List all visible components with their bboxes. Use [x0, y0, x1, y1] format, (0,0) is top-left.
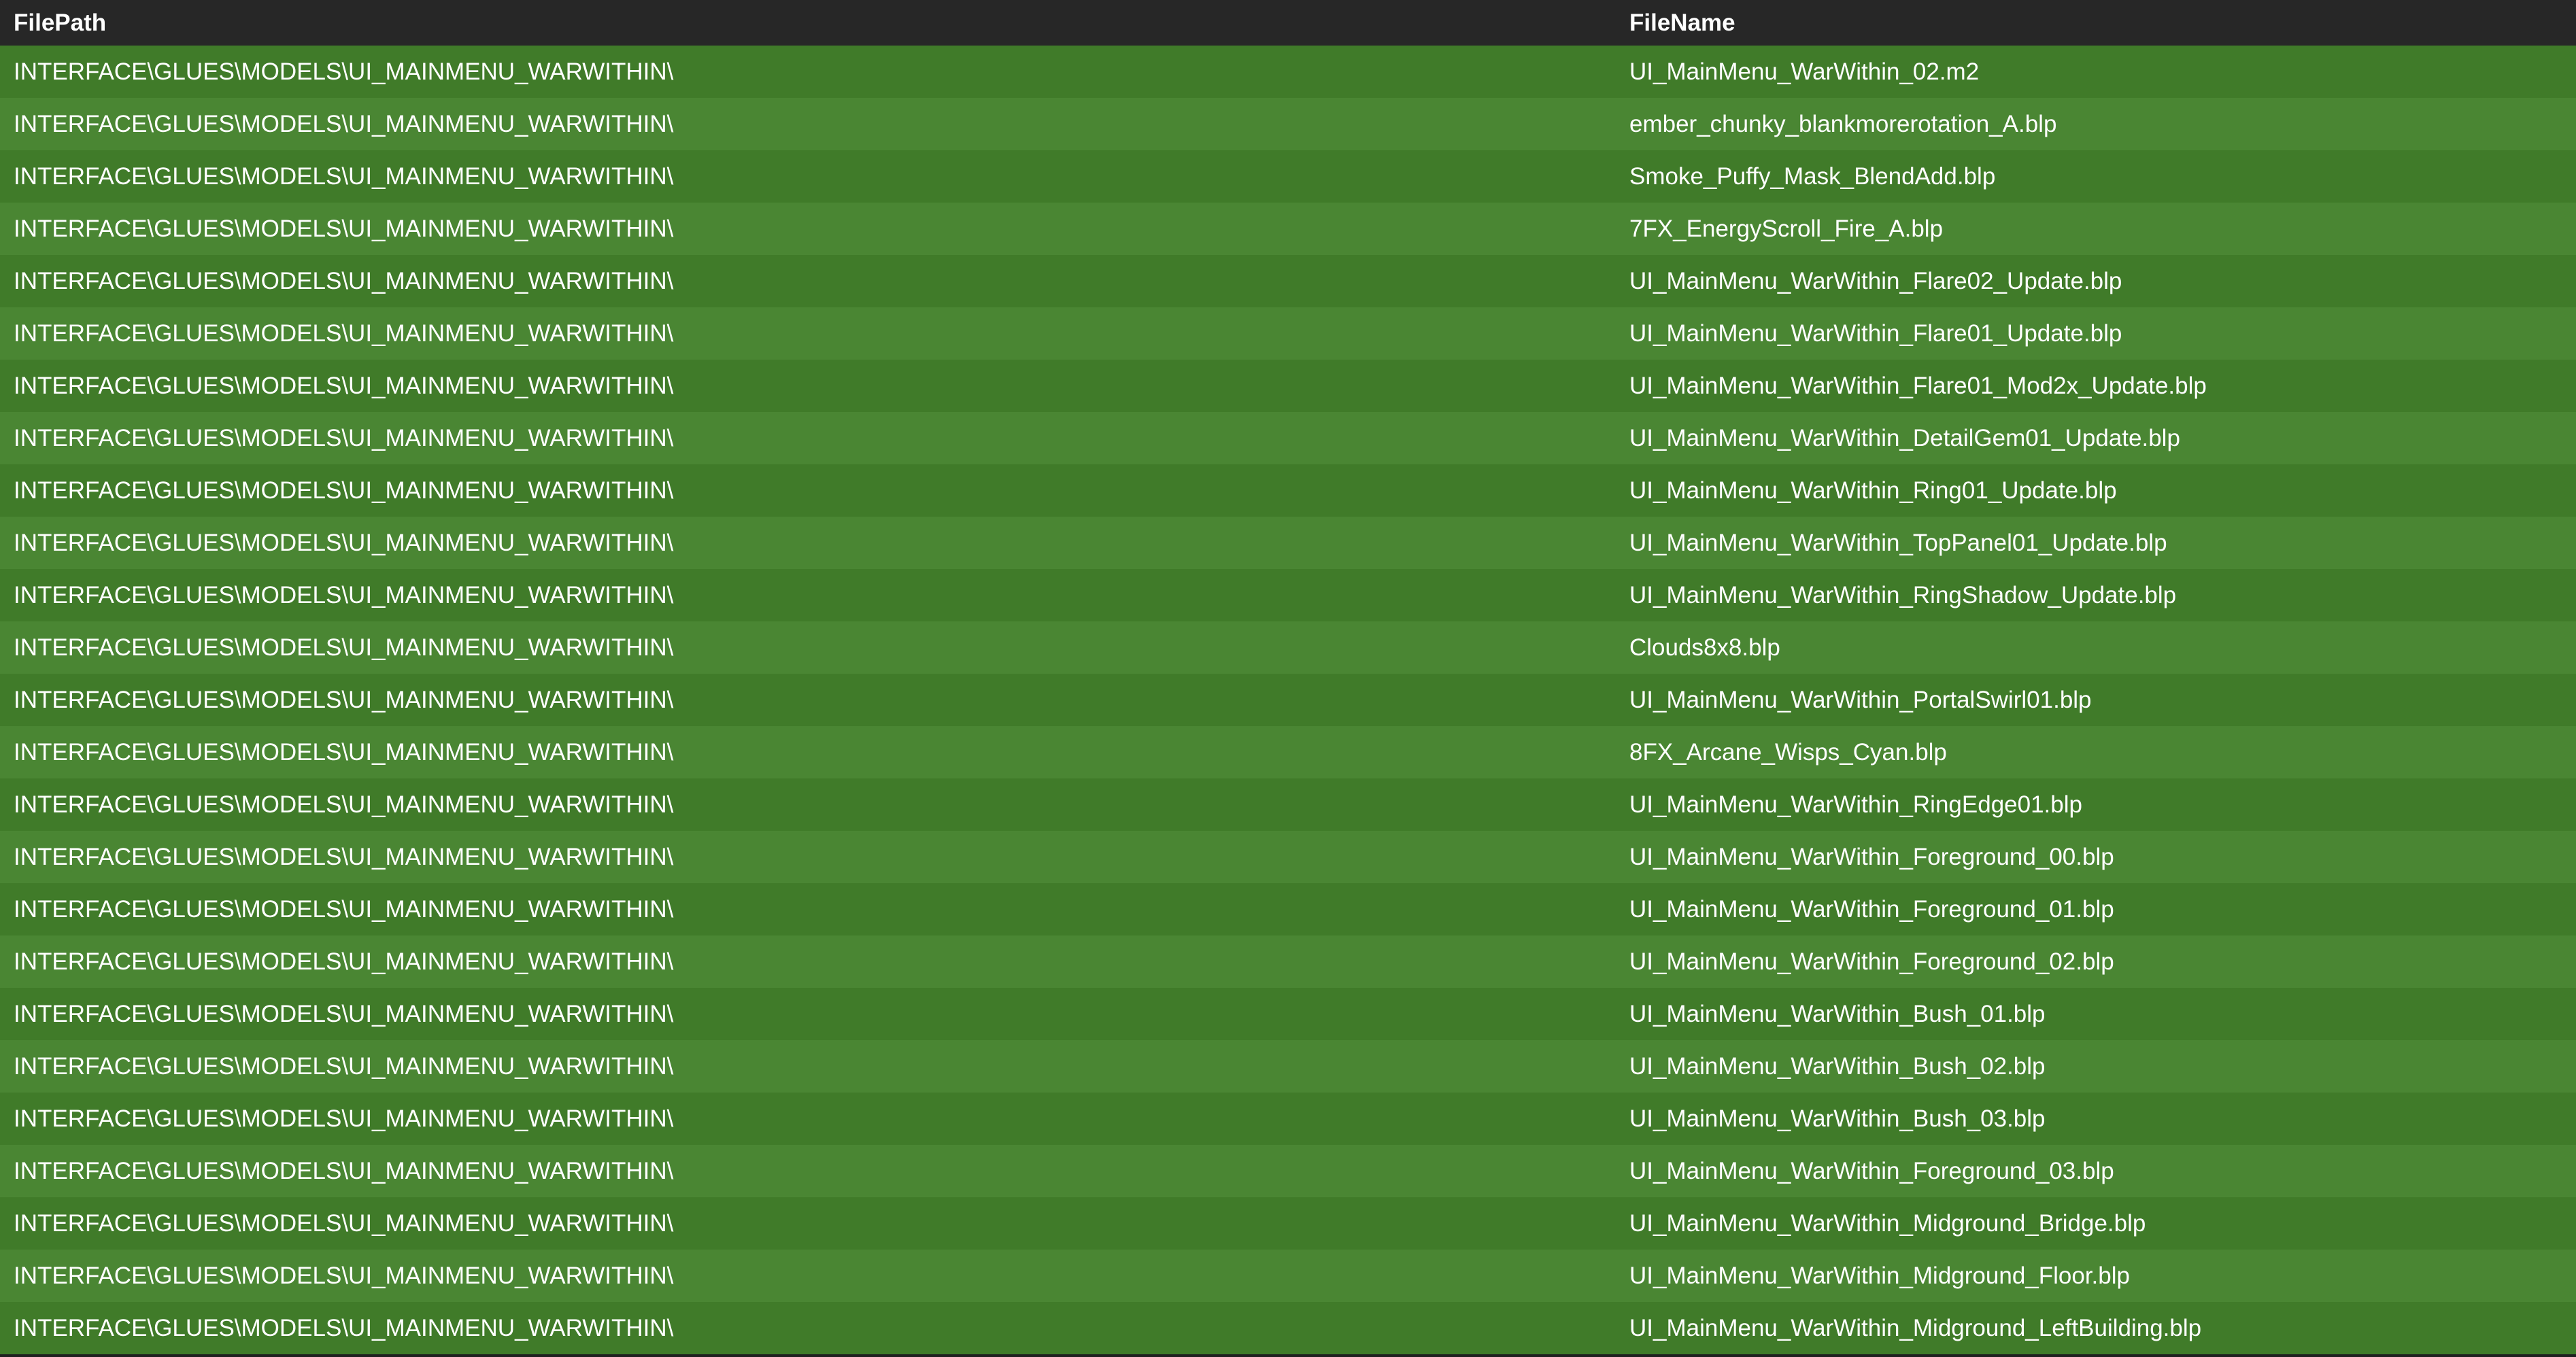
cell-filename: 7FX_EnergyScroll_Fire_A.blp: [1629, 215, 1944, 242]
cell-filename: UI_MainMenu_WarWithin_Flare01_Mod2x_Upda…: [1629, 372, 2207, 399]
cell-filepath: INTERFACE\GLUES\MODELS\UI_MAINMENU_WARWI…: [14, 1105, 674, 1132]
cell-filename: 8FX_Arcane_Wisps_Cyan.blp: [1629, 738, 1947, 766]
cell-filepath: INTERFACE\GLUES\MODELS\UI_MAINMENU_WARWI…: [14, 58, 674, 85]
table-row[interactable]: INTERFACE\GLUES\MODELS\UI_MAINMENU_WARWI…: [0, 412, 2576, 464]
cell-filename: UI_MainMenu_WarWithin_TopPanel01_Update.…: [1629, 529, 2167, 556]
table-row[interactable]: INTERFACE\GLUES\MODELS\UI_MAINMENU_WARWI…: [0, 621, 2576, 674]
table-row[interactable]: INTERFACE\GLUES\MODELS\UI_MAINMENU_WARWI…: [0, 778, 2576, 831]
table-row[interactable]: INTERFACE\GLUES\MODELS\UI_MAINMENU_WARWI…: [0, 46, 2576, 98]
table-row[interactable]: INTERFACE\GLUES\MODELS\UI_MAINMENU_WARWI…: [0, 935, 2576, 988]
column-header-filename[interactable]: FileName: [1616, 10, 2576, 37]
cell-filepath: INTERFACE\GLUES\MODELS\UI_MAINMENU_WARWI…: [14, 581, 674, 608]
cell-filename: Smoke_Puffy_Mask_BlendAdd.blp: [1629, 162, 1996, 190]
cell-filename: UI_MainMenu_WarWithin_Flare01_Update.blp: [1629, 320, 2122, 347]
cell-filepath: INTERFACE\GLUES\MODELS\UI_MAINMENU_WARWI…: [14, 320, 674, 347]
cell-filepath: INTERFACE\GLUES\MODELS\UI_MAINMENU_WARWI…: [14, 1209, 674, 1237]
cell-filepath: INTERFACE\GLUES\MODELS\UI_MAINMENU_WARWI…: [14, 791, 674, 818]
cell-filepath: INTERFACE\GLUES\MODELS\UI_MAINMENU_WARWI…: [14, 424, 674, 451]
table-row[interactable]: INTERFACE\GLUES\MODELS\UI_MAINMENU_WARWI…: [0, 98, 2576, 150]
table-row[interactable]: INTERFACE\GLUES\MODELS\UI_MAINMENU_WARWI…: [0, 203, 2576, 255]
table-bottom-border: [0, 1354, 2576, 1357]
cell-filename: UI_MainMenu_WarWithin_Foreground_02.blp: [1629, 948, 2114, 975]
table-row[interactable]: INTERFACE\GLUES\MODELS\UI_MAINMENU_WARWI…: [0, 1040, 2576, 1093]
table-row[interactable]: INTERFACE\GLUES\MODELS\UI_MAINMENU_WARWI…: [0, 307, 2576, 360]
cell-filename: UI_MainMenu_WarWithin_Midground_LeftBuil…: [1629, 1314, 2202, 1341]
table-row[interactable]: INTERFACE\GLUES\MODELS\UI_MAINMENU_WARWI…: [0, 360, 2576, 412]
cell-filename: Clouds8x8.blp: [1629, 634, 1780, 661]
cell-filepath: INTERFACE\GLUES\MODELS\UI_MAINMENU_WARWI…: [14, 843, 674, 870]
column-header-filepath[interactable]: FilePath: [0, 10, 1616, 37]
cell-filepath: INTERFACE\GLUES\MODELS\UI_MAINMENU_WARWI…: [14, 1157, 674, 1184]
table-row[interactable]: INTERFACE\GLUES\MODELS\UI_MAINMENU_WARWI…: [0, 150, 2576, 203]
cell-filepath: INTERFACE\GLUES\MODELS\UI_MAINMENU_WARWI…: [14, 110, 674, 137]
cell-filepath: INTERFACE\GLUES\MODELS\UI_MAINMENU_WARWI…: [14, 529, 674, 556]
table-body: INTERFACE\GLUES\MODELS\UI_MAINMENU_WARWI…: [0, 46, 2576, 1354]
cell-filepath: INTERFACE\GLUES\MODELS\UI_MAINMENU_WARWI…: [14, 162, 674, 190]
cell-filename: UI_MainMenu_WarWithin_Midground_Floor.bl…: [1629, 1262, 2130, 1289]
cell-filename: UI_MainMenu_WarWithin_RingShadow_Update.…: [1629, 581, 2177, 608]
table-row[interactable]: INTERFACE\GLUES\MODELS\UI_MAINMENU_WARWI…: [0, 726, 2576, 778]
table-header: FilePath FileName: [0, 0, 2576, 46]
cell-filename: UI_MainMenu_WarWithin_Midground_Bridge.b…: [1629, 1209, 2146, 1237]
cell-filename: ember_chunky_blankmorerotation_A.blp: [1629, 110, 2057, 137]
cell-filename: UI_MainMenu_WarWithin_02.m2: [1629, 58, 1980, 85]
cell-filename: UI_MainMenu_WarWithin_PortalSwirl01.blp: [1629, 686, 2092, 713]
cell-filename: UI_MainMenu_WarWithin_Bush_03.blp: [1629, 1105, 2046, 1132]
table-row[interactable]: INTERFACE\GLUES\MODELS\UI_MAINMENU_WARWI…: [0, 988, 2576, 1040]
cell-filepath: INTERFACE\GLUES\MODELS\UI_MAINMENU_WARWI…: [14, 895, 674, 923]
cell-filename: UI_MainMenu_WarWithin_DetailGem01_Update…: [1629, 424, 2180, 451]
cell-filename: UI_MainMenu_WarWithin_RingEdge01.blp: [1629, 791, 2082, 818]
table-row[interactable]: INTERFACE\GLUES\MODELS\UI_MAINMENU_WARWI…: [0, 831, 2576, 883]
table-row[interactable]: INTERFACE\GLUES\MODELS\UI_MAINMENU_WARWI…: [0, 255, 2576, 307]
cell-filepath: INTERFACE\GLUES\MODELS\UI_MAINMENU_WARWI…: [14, 1314, 674, 1341]
cell-filename: UI_MainMenu_WarWithin_Foreground_01.blp: [1629, 895, 2114, 923]
cell-filename: UI_MainMenu_WarWithin_Bush_02.blp: [1629, 1052, 2046, 1080]
cell-filepath: INTERFACE\GLUES\MODELS\UI_MAINMENU_WARWI…: [14, 215, 674, 242]
table-row[interactable]: INTERFACE\GLUES\MODELS\UI_MAINMENU_WARWI…: [0, 517, 2576, 569]
table-row[interactable]: INTERFACE\GLUES\MODELS\UI_MAINMENU_WARWI…: [0, 1093, 2576, 1145]
cell-filename: UI_MainMenu_WarWithin_Foreground_00.blp: [1629, 843, 2114, 870]
cell-filepath: INTERFACE\GLUES\MODELS\UI_MAINMENU_WARWI…: [14, 1262, 674, 1289]
table-row[interactable]: INTERFACE\GLUES\MODELS\UI_MAINMENU_WARWI…: [0, 674, 2576, 726]
table-row[interactable]: INTERFACE\GLUES\MODELS\UI_MAINMENU_WARWI…: [0, 1302, 2576, 1354]
cell-filepath: INTERFACE\GLUES\MODELS\UI_MAINMENU_WARWI…: [14, 372, 674, 399]
cell-filepath: INTERFACE\GLUES\MODELS\UI_MAINMENU_WARWI…: [14, 686, 674, 713]
table-row[interactable]: INTERFACE\GLUES\MODELS\UI_MAINMENU_WARWI…: [0, 1197, 2576, 1250]
table-row[interactable]: INTERFACE\GLUES\MODELS\UI_MAINMENU_WARWI…: [0, 1145, 2576, 1197]
cell-filepath: INTERFACE\GLUES\MODELS\UI_MAINMENU_WARWI…: [14, 634, 674, 661]
cell-filename: UI_MainMenu_WarWithin_Bush_01.blp: [1629, 1000, 2046, 1027]
table-row[interactable]: INTERFACE\GLUES\MODELS\UI_MAINMENU_WARWI…: [0, 569, 2576, 621]
cell-filepath: INTERFACE\GLUES\MODELS\UI_MAINMENU_WARWI…: [14, 1000, 674, 1027]
cell-filename: UI_MainMenu_WarWithin_Flare02_Update.blp: [1629, 267, 2122, 294]
cell-filepath: INTERFACE\GLUES\MODELS\UI_MAINMENU_WARWI…: [14, 267, 674, 294]
table-row[interactable]: INTERFACE\GLUES\MODELS\UI_MAINMENU_WARWI…: [0, 464, 2576, 517]
cell-filepath: INTERFACE\GLUES\MODELS\UI_MAINMENU_WARWI…: [14, 1052, 674, 1080]
cell-filename: UI_MainMenu_WarWithin_Ring01_Update.blp: [1629, 477, 2117, 504]
cell-filepath: INTERFACE\GLUES\MODELS\UI_MAINMENU_WARWI…: [14, 477, 674, 504]
table-row[interactable]: INTERFACE\GLUES\MODELS\UI_MAINMENU_WARWI…: [0, 883, 2576, 935]
cell-filepath: INTERFACE\GLUES\MODELS\UI_MAINMENU_WARWI…: [14, 738, 674, 766]
file-table: FilePath FileName INTERFACE\GLUES\MODELS…: [0, 0, 2576, 1357]
cell-filename: UI_MainMenu_WarWithin_Foreground_03.blp: [1629, 1157, 2114, 1184]
cell-filepath: INTERFACE\GLUES\MODELS\UI_MAINMENU_WARWI…: [14, 948, 674, 975]
table-row[interactable]: INTERFACE\GLUES\MODELS\UI_MAINMENU_WARWI…: [0, 1250, 2576, 1302]
